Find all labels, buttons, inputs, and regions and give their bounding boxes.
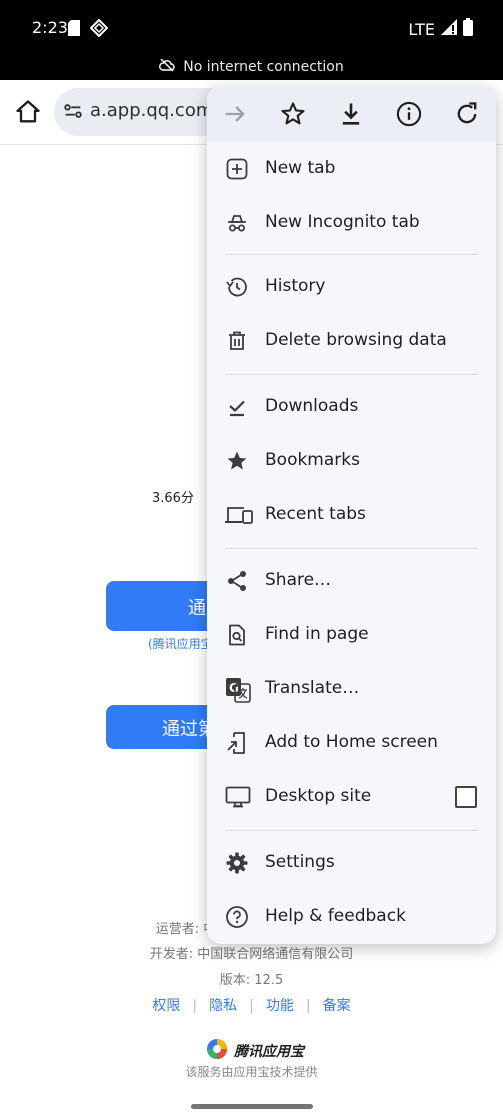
no-connection-banner: No internet connection [0, 58, 503, 76]
menu-item-new-tab[interactable]: New tab [207, 142, 496, 196]
add-to-home-icon [225, 731, 249, 755]
brand-note: 该服务由应用宝技术提供 [185, 1065, 318, 1079]
history-icon [225, 275, 249, 299]
sim-card-icon [68, 20, 80, 40]
developer-info: 开发者: 中国联合网络通信有限公司 [149, 947, 354, 962]
share-icon [225, 569, 249, 593]
menu-divider [225, 374, 478, 375]
menu-item-recent-tabs[interactable]: Recent tabs [207, 488, 496, 542]
new-tab-icon [225, 157, 249, 181]
svg-text:G: G [229, 681, 239, 695]
brand-logo: 腾讯应用宝 [206, 1038, 304, 1064]
menu-item-label: Bookmarks [265, 450, 360, 470]
menu-item-add-to-home-screen[interactable]: Add to Home screen [207, 716, 496, 770]
gesture-nav-bar[interactable] [191, 1104, 313, 1109]
cloud-off-icon [159, 58, 175, 76]
menu-item-share[interactable]: Share… [207, 554, 496, 608]
menu-action-row [207, 86, 496, 142]
status-bar: 2:23 LTE No internet connection [0, 0, 503, 80]
link-separator: | [192, 998, 198, 1014]
incognito-icon [225, 211, 249, 235]
link-privacy[interactable]: 隐私 [209, 998, 237, 1014]
menu-item-new-incognito-tab[interactable]: New Incognito tab [207, 196, 496, 250]
help-icon [225, 905, 249, 929]
battery-icon [463, 18, 473, 40]
brand-name: 腾讯应用宝 [234, 1044, 304, 1060]
menu-item-delete-browsing-data[interactable]: Delete browsing data [207, 314, 496, 368]
footer-links: 权限 | 隐私 | 功能 | 备案 [0, 995, 503, 1015]
menu-divider [225, 830, 478, 831]
version-info: 版本: 12.5 [219, 973, 284, 988]
desktop-icon [225, 785, 251, 809]
menu-item-label: Delete browsing data [265, 330, 447, 350]
downloads-icon [225, 395, 249, 419]
menu-item-bookmarks[interactable]: Bookmarks [207, 434, 496, 488]
translate-icon: G [225, 677, 251, 703]
menu-item-label: History [265, 276, 326, 296]
trash-icon [225, 329, 249, 353]
download-via-note: (腾讯应用宝 [148, 637, 213, 651]
menu-item-label: Downloads [265, 396, 359, 416]
link-separator: | [249, 998, 254, 1014]
menu-divider [225, 548, 478, 549]
bookmark-star-icon[interactable] [279, 100, 307, 128]
forward-icon[interactable] [221, 100, 249, 128]
link-permissions[interactable]: 权限 [152, 998, 180, 1014]
no-connection-text: No internet connection [183, 59, 344, 75]
link-separator: | [305, 998, 311, 1014]
menu-item-label: Help & feedback [265, 906, 406, 926]
link-filing[interactable]: 备案 [323, 998, 351, 1014]
menu-item-label: Translate… [265, 678, 360, 698]
menu-item-label: Add to Home screen [265, 732, 438, 752]
menu-item-label: New Incognito tab [265, 212, 420, 232]
menu-item-label: Settings [265, 852, 335, 872]
refresh-icon[interactable] [453, 100, 481, 128]
network-type: LTE [408, 19, 435, 39]
menu-item-label: Recent tabs [265, 504, 366, 524]
url-text: a.app.qq.com/ [90, 100, 220, 121]
menu-item-label: New tab [265, 158, 336, 178]
menu-item-label: Find in page [265, 624, 369, 644]
download-icon[interactable] [337, 100, 365, 128]
site-settings-icon[interactable] [62, 100, 84, 126]
menu-item-downloads[interactable]: Downloads [207, 380, 496, 434]
bookmarks-icon [225, 449, 249, 473]
menu-item-desktop-site[interactable]: Desktop site [207, 770, 496, 824]
menu-item-label: Desktop site [265, 786, 372, 806]
home-icon[interactable] [14, 98, 42, 126]
download-via-label: 通 [188, 598, 206, 619]
vpn-icon [89, 18, 109, 41]
overflow-menu: New tab New Incognito tab History Delete… [207, 86, 496, 944]
menu-item-settings[interactable]: Settings [207, 836, 496, 890]
menu-item-help-feedback[interactable]: Help & feedback [207, 890, 496, 944]
desktop-site-checkbox[interactable] [455, 786, 477, 808]
menu-item-translate[interactable]: G Translate… [207, 662, 496, 716]
menu-item-find-in-page[interactable]: Find in page [207, 608, 496, 662]
recent-tabs-icon [225, 503, 253, 527]
signal-icon [441, 19, 457, 39]
yingyongbao-logo-icon [206, 1038, 228, 1064]
settings-icon [225, 851, 249, 875]
menu-divider [225, 254, 478, 255]
link-features[interactable]: 功能 [266, 998, 294, 1014]
status-right: LTE [408, 18, 473, 40]
status-time: 2:23 [32, 18, 68, 37]
app-rating: 3.66分 [152, 491, 194, 506]
find-in-page-icon [225, 623, 249, 647]
menu-item-label: Share… [265, 570, 332, 590]
info-icon[interactable] [395, 100, 423, 128]
menu-item-history[interactable]: History [207, 260, 496, 314]
